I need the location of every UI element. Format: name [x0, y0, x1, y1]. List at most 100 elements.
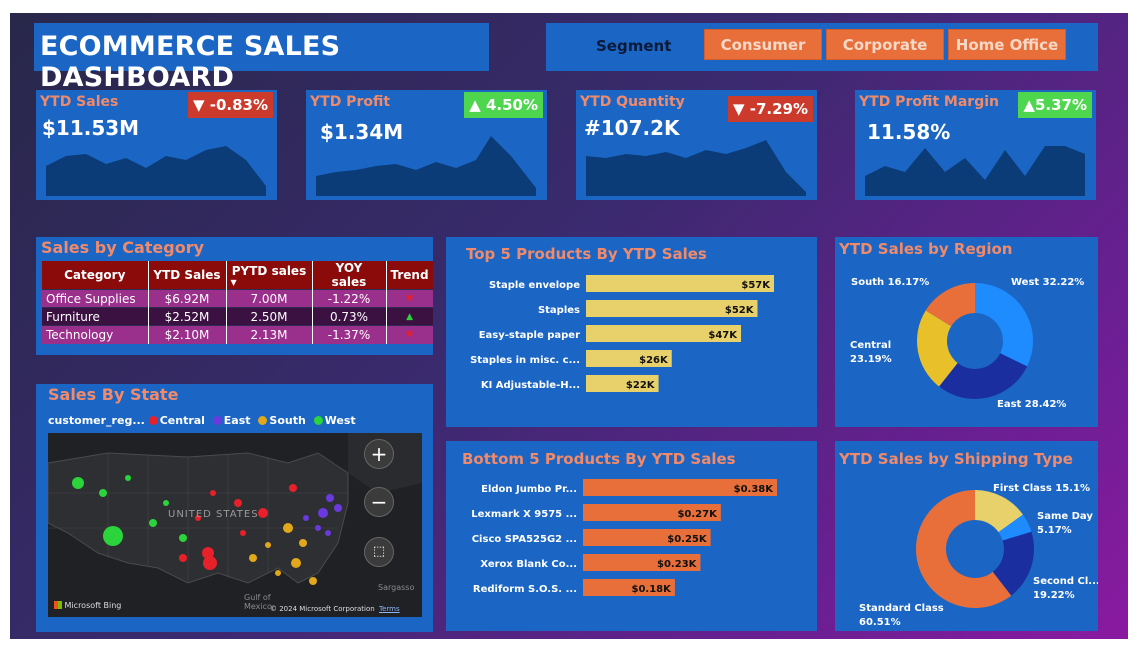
bing-logo: Microsoft Bing — [54, 601, 121, 610]
segment-slicer: Segment Consumer Corporate Home Office — [546, 23, 1098, 71]
legend-item-south[interactable]: South — [258, 414, 306, 427]
trend-up-icon: ▲ — [386, 307, 433, 326]
cell-category: Office Supplies — [42, 289, 149, 308]
bar-value-label: $0.23K — [657, 559, 698, 570]
legend-item-east[interactable]: East — [212, 414, 251, 427]
circle-icon — [258, 416, 268, 425]
legend-item-central[interactable]: Central — [148, 414, 205, 427]
map-copyright: © 2024 Microsoft Corporation — [270, 605, 375, 613]
donut-slice-label: 60.51% — [859, 617, 901, 628]
map-sargasso-label: Sargasso — [378, 583, 415, 592]
kpi-change-badge: ▲5.37% — [1018, 92, 1092, 118]
shipping-donut-chart: First Class 15.1% Same Day 5.17% Second Cl.… — [859, 483, 1098, 628]
donut-slice-label: South 16.17% — [851, 277, 929, 288]
table-row[interactable]: Technology $2.10M 2.13M -1.37% ▼ — [42, 325, 433, 344]
cell-ytd-sales: $2.10M — [148, 325, 227, 344]
cell-ytd-sales: $6.92M — [148, 289, 227, 308]
kpi-sparkline — [316, 136, 536, 196]
segment-home-office-button[interactable]: Home Office — [948, 29, 1066, 60]
legend-title: customer_reg... — [48, 414, 145, 427]
bar-value-label: $52K — [725, 305, 755, 316]
shipping-panel: YTD Sales by Shipping Type First Class 1… — [835, 441, 1098, 631]
kpi-change-badge: ▼ -7.29% — [727, 96, 813, 122]
kpi-ytd-quantity[interactable]: YTD Quantity #107.2K ▼ -7.29% — [576, 90, 817, 200]
donut-slice-label: Standard Class — [859, 603, 944, 614]
col-header-yoy-sales[interactable]: YOY sales — [312, 261, 387, 290]
top5-title: Top 5 Products By YTD Sales — [466, 245, 707, 263]
donut-slice[interactable] — [975, 283, 1033, 367]
bottom5-bar-chart: Eldon Jumbo Pr... $0.38K Lexmark X 9575 ..… — [471, 479, 777, 596]
donut-slice-label: 19.22% — [1033, 590, 1075, 601]
map-legend: customer_reg... Central East South West — [48, 414, 360, 427]
sales-by-category-title: Sales by Category — [41, 238, 205, 257]
state-map[interactable]: UNITED STATES Gulf of Mexico Sargasso + … — [48, 433, 422, 617]
circle-icon — [313, 416, 323, 425]
bar-category-label: Staple envelope — [489, 280, 580, 291]
donut-slice-label: Second Cl... — [1033, 576, 1098, 587]
kpi-title: YTD Profit — [310, 94, 391, 110]
cell-pytd-sales: 2.50M — [226, 307, 313, 326]
circle-icon — [212, 416, 222, 425]
sales-by-state-title: Sales By State — [48, 385, 179, 404]
col-header-ytd-sales[interactable]: YTD Sales — [148, 261, 227, 290]
map-terms-link[interactable]: Terms — [379, 605, 400, 613]
kpi-title: YTD Quantity — [580, 94, 685, 110]
col-header-pytd-sales[interactable]: PYTD sales ▼ — [226, 261, 313, 290]
kpi-sparkline — [586, 140, 806, 196]
segment-corporate-button[interactable]: Corporate — [826, 29, 944, 60]
bar-category-label: KI Adjustable-H... — [481, 380, 580, 391]
region-panel: YTD Sales by Region West 32.22% East 28.4… — [835, 237, 1098, 427]
kpi-ytd-profit[interactable]: YTD Profit $1.34M ▲ 4.50% — [306, 90, 547, 200]
top5-bar-chart: Staple envelope $57K Staples $52K Easy-stapl… — [470, 275, 774, 392]
col-header-trend[interactable]: Trend — [386, 261, 433, 290]
cell-yoy-sales: -1.22% — [312, 289, 387, 308]
bar-value-label: $22K — [626, 380, 656, 391]
bar-category-label: Eldon Jumbo Pr... — [481, 484, 577, 495]
circle-icon — [148, 416, 158, 425]
cell-yoy-sales: 0.73% — [312, 307, 387, 326]
donut-slice-label: 5.17% — [1037, 525, 1072, 536]
kpi-sparkline — [865, 146, 1085, 196]
page-title: ECOMMERCE SALES DASHBOARD — [34, 23, 489, 93]
sales-by-category-panel: Sales by Category Category YTD Sales PYT… — [36, 237, 433, 355]
bar-value-label: $0.18K — [632, 584, 673, 595]
sales-by-state-panel: Sales By State customer_reg... Central E… — [36, 384, 433, 632]
map-country-label: UNITED STATES — [168, 509, 259, 520]
cell-pytd-sales: 2.13M — [226, 325, 313, 344]
trend-down-icon: ▼ — [386, 289, 433, 308]
table-row[interactable]: Office Supplies $6.92M 7.00M -1.22% ▼ — [42, 289, 433, 308]
donut-slice-label: Same Day — [1037, 511, 1093, 522]
kpi-title: YTD Sales — [40, 94, 119, 110]
bar-value-label: $26K — [639, 355, 669, 366]
zoom-out-button[interactable]: − — [364, 487, 394, 517]
dashboard-canvas: ECOMMERCE SALES DASHBOARD Segment Consum… — [10, 13, 1128, 639]
segment-consumer-button[interactable]: Consumer — [704, 29, 822, 60]
legend-item-west[interactable]: West — [313, 414, 356, 427]
kpi-sparkline — [46, 146, 266, 196]
bar-value-label: $0.25K — [667, 534, 708, 545]
microsoft-icon — [54, 601, 62, 609]
cell-ytd-sales: $2.52M — [148, 307, 227, 326]
kpi-ytd-profit-margin[interactable]: YTD Profit Margin 11.58% ▲5.37% — [855, 90, 1096, 200]
zoom-in-button[interactable]: + — [364, 439, 394, 469]
cell-category: Technology — [42, 325, 149, 344]
kpi-ytd-sales[interactable]: YTD Sales $11.53M ▼ -0.83% — [36, 90, 277, 200]
donut-slice-label: East 28.42% — [997, 399, 1066, 410]
kpi-change-badge: ▼ -0.83% — [187, 92, 273, 118]
col-header-category[interactable]: Category — [42, 261, 149, 290]
donut-slice-label: West 32.22% — [1011, 277, 1084, 288]
donut-slice-label: First Class 15.1% — [993, 483, 1090, 494]
bar-category-label: Cisco SPA525G2 ... — [472, 534, 577, 545]
cell-yoy-sales: -1.37% — [312, 325, 387, 344]
bar-category-label: Xerox Blank Co... — [480, 559, 577, 570]
bar-category-label: Rediform S.O.S. ... — [473, 584, 577, 595]
bar-value-label: $0.27K — [677, 509, 718, 520]
cell-category: Furniture — [42, 307, 149, 326]
table-row[interactable]: Furniture $2.52M 2.50M 0.73% ▲ — [42, 307, 433, 326]
bottom5-title: Bottom 5 Products By YTD Sales — [462, 450, 736, 468]
bar-category-label: Staples in misc. c... — [470, 355, 580, 366]
select-area-button[interactable]: ⬚ — [364, 537, 394, 567]
segment-label: Segment — [596, 37, 672, 55]
bar-value-label: $47K — [708, 330, 738, 341]
region-donut-chart: West 32.22% East 28.42% Central 23.19% South… — [850, 277, 1084, 410]
